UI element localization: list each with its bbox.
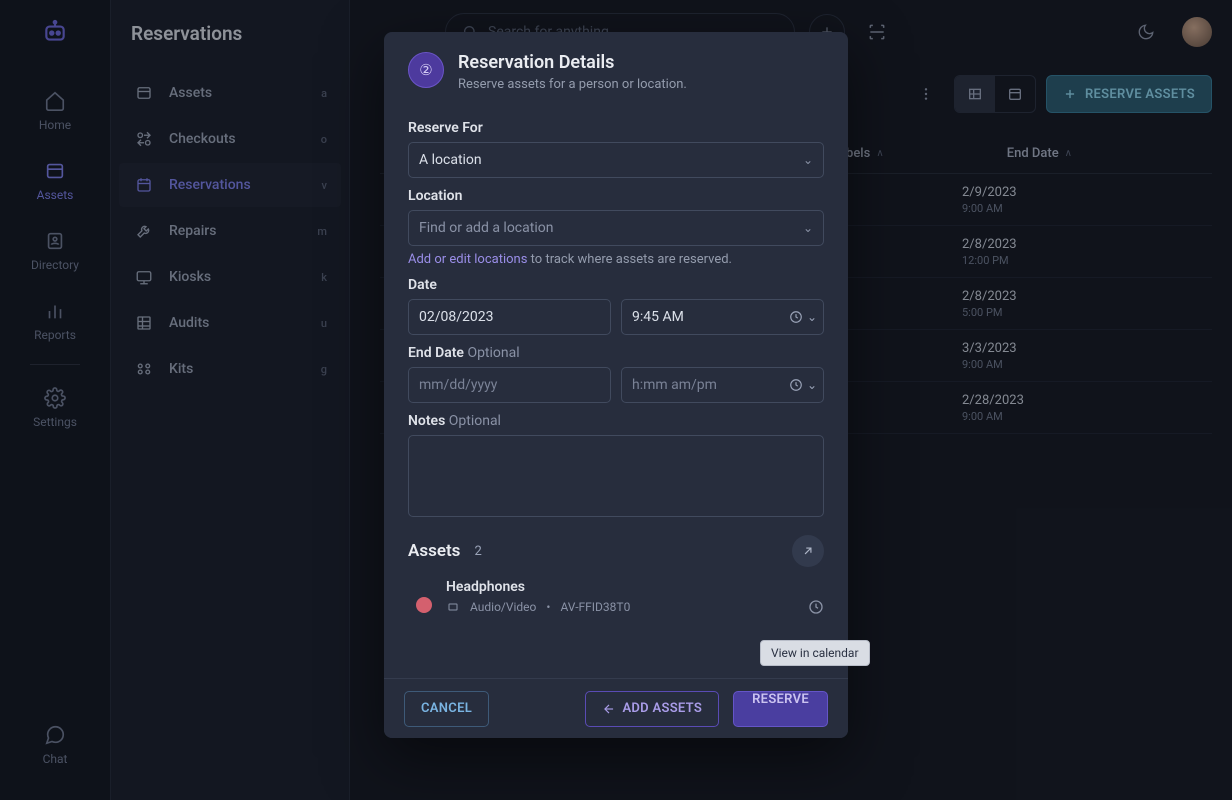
expand-icon: [801, 544, 815, 558]
clock-icon: [808, 599, 824, 615]
modal-body: Reserve For A location ⌄ Location Find o…: [384, 106, 848, 678]
reservation-modal: ② Reservation Details Reserve assets for…: [384, 32, 848, 738]
date-label: Date: [408, 277, 824, 293]
chevron-down-icon: ⌄: [807, 310, 817, 324]
location-label: Location: [408, 188, 824, 204]
reserve-for-label: Reserve For: [408, 120, 824, 136]
time-picker-button[interactable]: ⌄: [789, 378, 817, 392]
select-value: A location: [419, 152, 482, 168]
location-select[interactable]: Find or add a location ⌄: [408, 210, 824, 246]
category-icon: [446, 601, 460, 613]
select-placeholder: Find or add a location: [419, 220, 553, 236]
assets-count: 2: [474, 544, 481, 559]
notes-label: Notes Optional: [408, 413, 824, 429]
tooltip: View in calendar: [760, 640, 870, 666]
modal-footer: CANCEL ADD ASSETS RESERVE: [384, 678, 848, 738]
end-date-input[interactable]: mm/dd/yyyy: [408, 367, 611, 403]
step-badge: ②: [408, 52, 444, 88]
chevron-down-icon: ⌄: [807, 378, 817, 392]
modal-subtitle: Reserve assets for a person or location.: [458, 77, 687, 92]
asset-id: AV-FFID38T0: [560, 600, 630, 614]
asset-name: Headphones: [446, 579, 824, 595]
assets-title: Assets: [408, 541, 460, 561]
notes-textarea[interactable]: [408, 435, 824, 517]
reserve-for-select[interactable]: A location ⌄: [408, 142, 824, 178]
cancel-button[interactable]: CANCEL: [404, 691, 489, 727]
modal-title: Reservation Details: [458, 52, 687, 73]
location-helper: Add or edit locations to track where ass…: [408, 252, 824, 267]
end-time-input[interactable]: h:mm am/pm ⌄: [621, 367, 824, 403]
time-input[interactable]: 9:45 AM ⌄: [621, 299, 824, 335]
asset-category: Audio/Video: [470, 600, 536, 614]
asset-list-item[interactable]: Headphones Audio/Video • AV-FFID38T0: [408, 579, 824, 615]
status-dot: [416, 597, 432, 613]
clock-icon: [789, 310, 803, 324]
chevron-down-icon: ⌄: [803, 153, 813, 167]
time-picker-button[interactable]: ⌄: [789, 310, 817, 324]
clock-icon: [789, 378, 803, 392]
chevron-down-icon: ⌄: [803, 221, 813, 235]
arrow-left-icon: [602, 702, 616, 716]
view-calendar-button[interactable]: [792, 535, 824, 567]
end-date-label: End Date Optional: [408, 345, 824, 361]
date-input[interactable]: 02/08/2023: [408, 299, 611, 335]
add-assets-button[interactable]: ADD ASSETS: [585, 691, 719, 727]
modal-header: ② Reservation Details Reserve assets for…: [384, 32, 848, 106]
assets-section-header: Assets 2: [408, 535, 824, 567]
reserve-button[interactable]: RESERVE: [733, 691, 828, 727]
edit-locations-link[interactable]: Add or edit locations: [408, 252, 527, 267]
